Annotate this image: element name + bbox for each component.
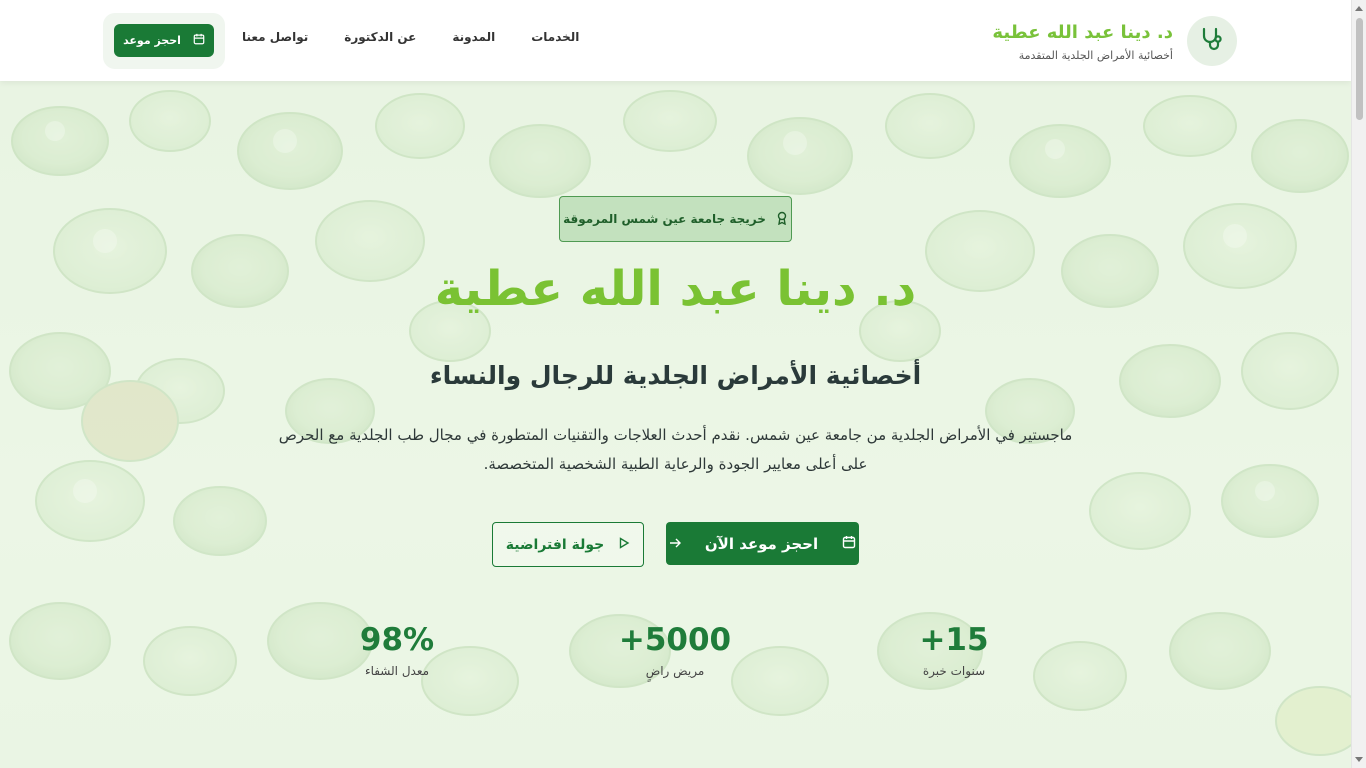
scroll-up-arrow-icon[interactable] bbox=[1355, 6, 1363, 11]
brand[interactable]: د. دينا عبد الله عطية أخصائية الأمراض ال… bbox=[992, 16, 1237, 66]
scrollbar-thumb[interactable] bbox=[1356, 18, 1363, 120]
hero-section: خريجة جامعة عين شمس المرموقة د. دينا عبد… bbox=[0, 81, 1351, 768]
badge-text: خريجة جامعة عين شمس المرموقة bbox=[563, 212, 766, 226]
arrow-right-icon bbox=[669, 535, 681, 553]
nav-about-doctor[interactable]: عن الدكتورة bbox=[344, 30, 416, 44]
brand-logo bbox=[1187, 16, 1237, 66]
stat-label: معدل الشفاء bbox=[364, 664, 430, 678]
play-icon bbox=[618, 536, 630, 553]
brand-tagline: أخصائية الأمراض الجلدية المتقدمة bbox=[1018, 48, 1173, 62]
header-cta-wrapper: احجز موعد bbox=[103, 13, 225, 69]
stat-value: 98% bbox=[359, 622, 435, 658]
stethoscope-icon bbox=[1199, 26, 1225, 56]
site-header: د. دينا عبد الله عطية أخصائية الأمراض ال… bbox=[0, 0, 1351, 81]
nav-contact[interactable]: تواصل معنا bbox=[242, 30, 308, 44]
calendar-icon bbox=[193, 33, 205, 48]
stats-row: +15 سنوات خبرة +5000 مريض راضٍ 98% معدل … bbox=[0, 622, 1351, 702]
nav-blog[interactable]: المدونة bbox=[452, 30, 495, 44]
brand-text: د. دينا عبد الله عطية أخصائية الأمراض ال… bbox=[992, 21, 1173, 62]
stat-value: +15 bbox=[919, 622, 989, 658]
stat-experience: +15 سنوات خبرة bbox=[854, 622, 1054, 678]
book-appointment-label: احجز موعد bbox=[123, 34, 181, 47]
scroll-down-arrow-icon[interactable] bbox=[1355, 757, 1363, 762]
stat-cure-rate: 98% معدل الشفاء bbox=[297, 622, 497, 678]
hero-title: د. دينا عبد الله عطية bbox=[434, 261, 917, 317]
hero-description: ماجستير في الأمراض الجلدية من جامعة عين … bbox=[278, 426, 1073, 473]
calendar-icon bbox=[842, 535, 856, 553]
graduate-badge: خريجة جامعة عين شمس المرموقة bbox=[559, 196, 792, 242]
book-appointment-now-label: احجز موعد الآن bbox=[704, 534, 819, 553]
brand-name: د. دينا عبد الله عطية bbox=[992, 21, 1173, 43]
award-icon bbox=[776, 211, 788, 228]
virtual-tour-button[interactable]: جولة افتراضية bbox=[492, 522, 644, 567]
book-appointment-button[interactable]: احجز موعد bbox=[114, 24, 214, 57]
virtual-tour-label: جولة افتراضية bbox=[505, 536, 605, 553]
hero-subtitle: أخصائية الأمراض الجلدية للرجال والنساء bbox=[429, 361, 922, 390]
stat-label: مريض راضٍ bbox=[645, 664, 705, 678]
nav-services[interactable]: الخدمات bbox=[531, 30, 579, 44]
book-appointment-now-button[interactable]: احجز موعد الآن bbox=[666, 522, 859, 565]
stat-value: +5000 bbox=[618, 622, 732, 658]
stat-patients: +5000 مريض راضٍ bbox=[575, 622, 775, 678]
stat-label: سنوات خبرة bbox=[922, 664, 986, 678]
page-scrollbar[interactable] bbox=[1351, 0, 1366, 768]
main-nav: الخدمات المدونة عن الدكتورة تواصل معنا bbox=[242, 30, 579, 44]
